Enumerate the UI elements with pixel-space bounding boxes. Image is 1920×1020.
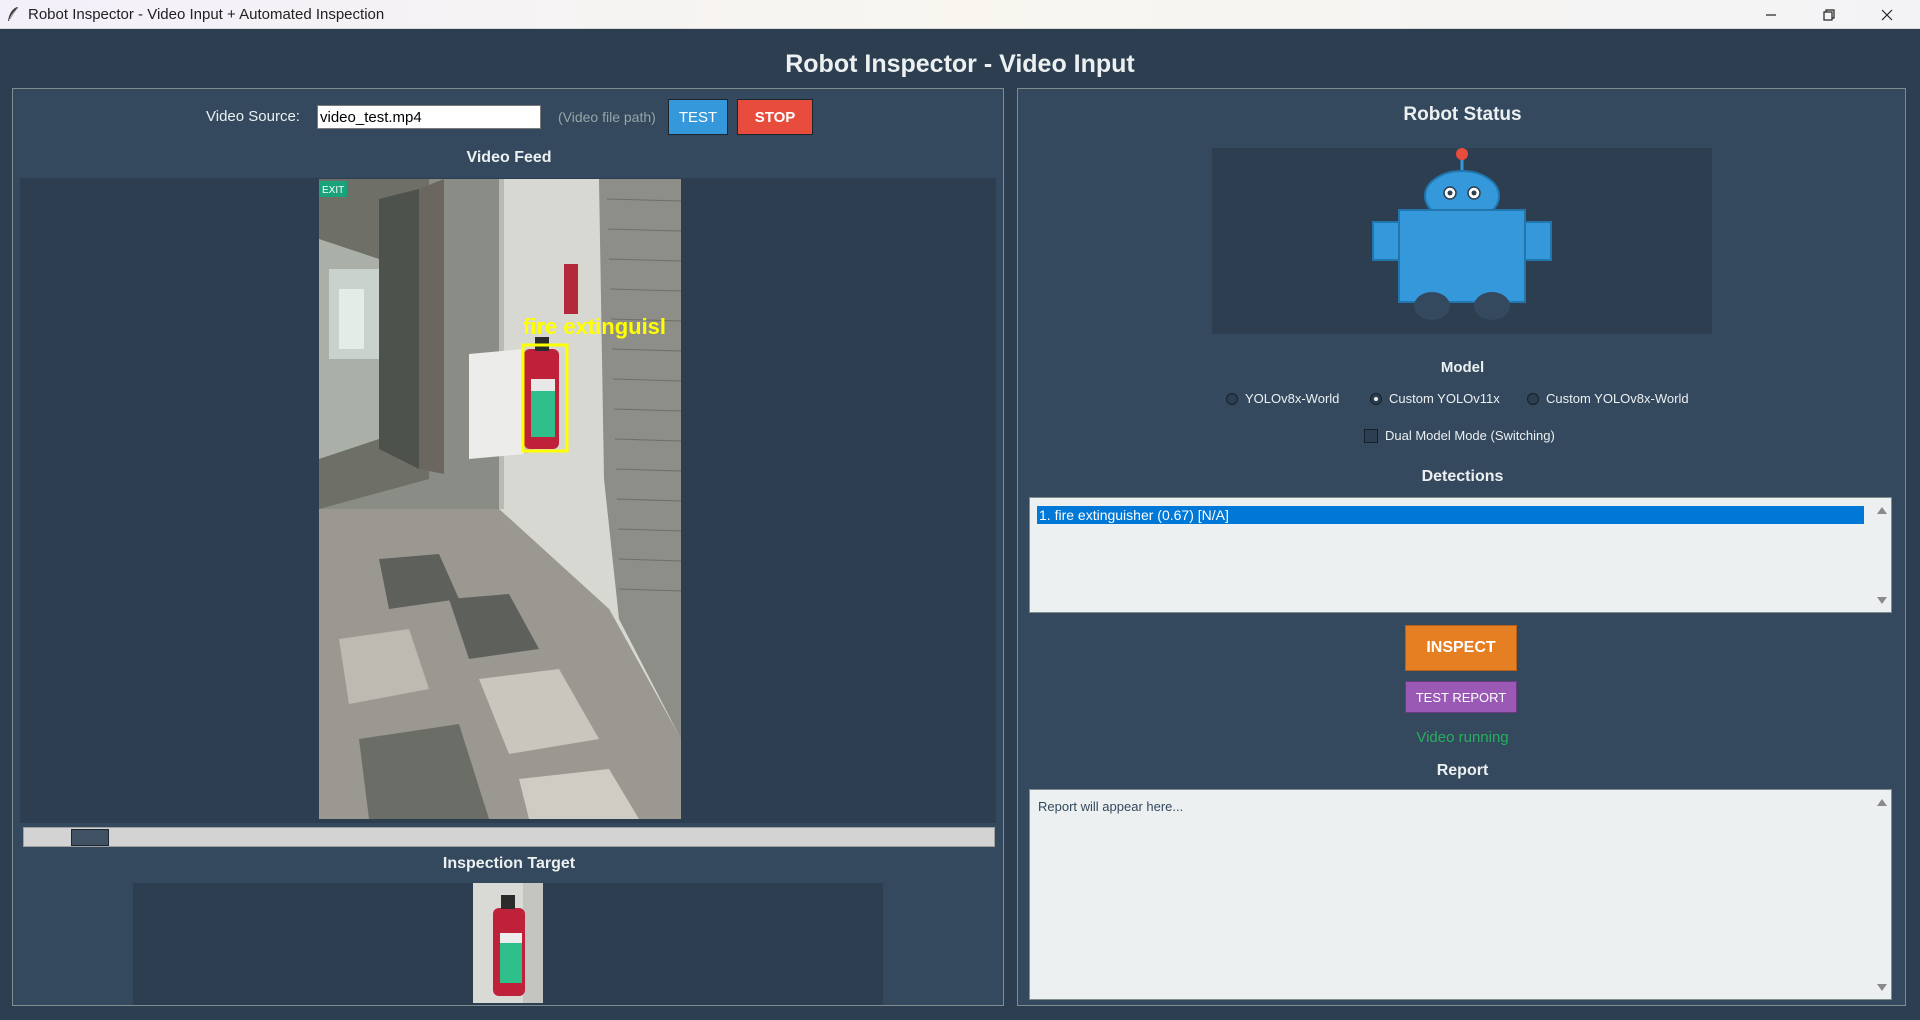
scroll-down-icon[interactable] [1877, 984, 1887, 991]
report-placeholder: Report will appear here... [1038, 799, 1184, 814]
radio-icon [1370, 392, 1382, 405]
inspect-button[interactable]: INSPECT [1405, 625, 1517, 671]
target-extinguisher-image [473, 883, 543, 1003]
model-option-label: YOLOv8x-World [1245, 391, 1340, 406]
title-bar: Robot Inspector - Video Input + Automate… [0, 0, 1920, 29]
model-selector: YOLOv8x-World Custom YOLOv11x Custom YOL… [1018, 391, 1907, 411]
video-source-input[interactable] [317, 105, 541, 129]
robot-icon [1372, 148, 1552, 320]
minimize-icon [1766, 13, 1776, 16]
dual-model-checkbox[interactable]: Dual Model Mode (Switching) [1364, 428, 1555, 443]
checkbox-icon [1364, 428, 1378, 443]
model-option-label: Custom YOLOv8x-World [1546, 391, 1689, 406]
report-title: Report [1436, 762, 1489, 779]
video-panel: Video Source: (Video file path) TEST STO… [12, 88, 1004, 1006]
detections-title: Detections [1421, 468, 1504, 485]
video-source-hint: (Video file path) [558, 109, 656, 125]
video-feed-title: Video Feed [466, 149, 552, 166]
robot-status-title: Robot Status [1403, 104, 1522, 125]
video-seek-slider[interactable] [23, 827, 995, 847]
feather-icon [8, 6, 19, 21]
minimize-button[interactable] [1742, 0, 1800, 29]
slider-thumb[interactable] [71, 829, 109, 846]
model-option-custom-yolov11x[interactable]: Custom YOLOv11x [1370, 391, 1500, 406]
status-text: Video running [1416, 729, 1509, 746]
inspection-target-image [473, 883, 543, 1003]
model-option-label: Custom YOLOv11x [1389, 391, 1500, 406]
exit-sign-text: EXIT [322, 185, 344, 196]
app-heading: Robot Inspector - Video Input [785, 50, 1135, 78]
test-report-button[interactable]: TEST REPORT [1405, 681, 1517, 713]
restore-icon [1823, 8, 1835, 21]
detection-overlay-label: fire extinguisl [523, 314, 666, 339]
scroll-up-icon[interactable] [1877, 799, 1887, 806]
inspection-target-title: Inspection Target [442, 855, 576, 872]
close-icon [1881, 9, 1893, 20]
close-button[interactable] [1858, 0, 1916, 29]
scroll-down-icon[interactable] [1877, 597, 1887, 604]
restore-button[interactable] [1800, 0, 1858, 29]
robot-display [1212, 148, 1712, 334]
detections-list[interactable]: 1. fire extinguisher (0.67) [N/A] [1029, 497, 1892, 613]
model-title: Model [1440, 359, 1485, 376]
model-option-custom-yolov8x-world[interactable]: Custom YOLOv8x-World [1527, 391, 1689, 406]
corridor-scene: EXIT fire extinguisl [319, 179, 681, 819]
report-textarea[interactable]: Report will appear here... [1029, 789, 1892, 1000]
list-item[interactable]: 1. fire extinguisher (0.67) [N/A] [1037, 506, 1864, 524]
stop-button[interactable]: STOP [737, 99, 813, 135]
test-button[interactable]: TEST [668, 99, 728, 135]
video-source-label: Video Source: [206, 108, 300, 125]
video-frame: EXIT fire extinguisl [319, 179, 681, 819]
radio-icon [1226, 392, 1238, 405]
model-option-yolov8x-world[interactable]: YOLOv8x-World [1226, 391, 1339, 406]
dual-model-label: Dual Model Mode (Switching) [1385, 428, 1555, 443]
scroll-up-icon[interactable] [1877, 507, 1887, 514]
robot-status-panel: Robot Status Model YOLOv8x-World Custom … [1017, 88, 1906, 1006]
window-title: Robot Inspector - Video Input + Automate… [28, 6, 385, 23]
radio-icon [1527, 392, 1539, 405]
